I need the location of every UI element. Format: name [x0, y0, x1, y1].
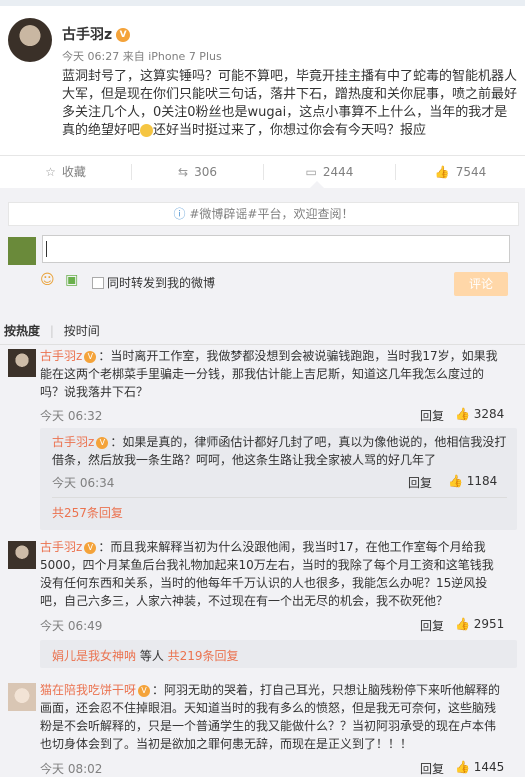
- rumor-notice[interactable]: ⓘ #微博辟谣#平台，欢迎查阅！: [8, 202, 519, 226]
- reply-button[interactable]: 回复: [408, 474, 432, 491]
- comment-caret: [310, 181, 324, 188]
- thumbs-up-icon: 👍: [434, 165, 450, 179]
- comment-avatar[interactable]: [8, 683, 36, 711]
- top-strip: [0, 0, 525, 6]
- composer-tools: ☺ ▣: [40, 272, 78, 288]
- info-icon: ⓘ: [173, 207, 186, 221]
- reply-button[interactable]: 回复: [420, 760, 444, 777]
- post-meta: 今天 06:27 来自 iPhone 7 Plus: [62, 50, 222, 63]
- comment-like[interactable]: 👍 1445: [455, 760, 504, 774]
- comment-time: 今天 06:32: [40, 409, 103, 423]
- reply-button[interactable]: 回复: [420, 617, 444, 634]
- repost-button[interactable]: ⇆ 306: [132, 156, 263, 188]
- emoji-icon: [140, 124, 154, 137]
- thumbs-up-icon: 👍: [448, 474, 467, 488]
- reply-time: 今天 06:34: [52, 476, 115, 490]
- comment-body: 猫在陪我吃饼干呀 V ：阿羽无助的哭着，打自己耳光，只想让脑残粉停下来听他解释的画面…: [40, 683, 501, 751]
- like-button[interactable]: 👍 7544: [396, 156, 525, 188]
- reply-button[interactable]: 回复: [420, 407, 444, 424]
- reply-like[interactable]: 👍 1184: [448, 474, 497, 488]
- post-text: 蓝洞封号了，这算实锤吗？可能不算吧，毕竟开挂主播有中了蛇毒的智能机器人大军，但是…: [62, 68, 517, 140]
- reply-summary-text: 娟儿是我女神呐 等人 共219条回复: [52, 649, 239, 663]
- comment-avatar[interactable]: [8, 349, 36, 377]
- comment-time: 今天 06:49: [40, 619, 103, 633]
- tab-sort-hot[interactable]: 按热度: [4, 324, 40, 338]
- comment-avatar[interactable]: [8, 541, 36, 569]
- vip-badge-icon: V: [138, 684, 151, 697]
- star-icon: ☆: [45, 165, 56, 179]
- vip-badge-icon: V: [116, 28, 131, 42]
- comment-like[interactable]: 👍 2951: [455, 617, 504, 631]
- thumbs-up-icon: 👍: [455, 407, 474, 421]
- comment-time: 今天 08:02: [40, 762, 103, 776]
- more-replies-link[interactable]: 共219条回复: [168, 649, 239, 663]
- sort-tabs: 按热度 | 按时间: [4, 324, 100, 338]
- more-replies-link[interactable]: 共257条回复: [52, 504, 123, 521]
- comment-author[interactable]: 古手羽z: [40, 540, 82, 554]
- forward-checkbox[interactable]: [92, 277, 104, 289]
- favorite-button[interactable]: ☆ 收藏: [0, 156, 131, 188]
- action-bar: ☆ 收藏 ⇆ 306 ▭ 2444 👍 7544: [0, 155, 525, 188]
- repost-icon: ⇆: [178, 165, 189, 179]
- thumbs-up-icon: 👍: [455, 617, 474, 631]
- vip-badge-icon: V: [96, 436, 109, 449]
- emoji-picker-icon[interactable]: ☺: [40, 272, 55, 288]
- sort-divider: [0, 344, 525, 345]
- image-upload-icon[interactable]: ▣: [65, 272, 78, 288]
- submit-comment-button[interactable]: 评论: [454, 272, 508, 296]
- comment-body: 古手羽z V ：而且我来解释当初为什么没跟他闹，我当时17，在他工作室每个月给我50…: [40, 540, 494, 608]
- author-avatar[interactable]: [8, 18, 52, 62]
- post-text-part2: 还好当时挺过来了，你想过你会有今天吗？报应: [153, 123, 427, 138]
- tab-sort-time[interactable]: 按时间: [64, 324, 100, 338]
- reply-divider: [52, 497, 507, 498]
- post-author-name[interactable]: 古手羽z: [62, 27, 112, 43]
- vip-badge-icon: V: [84, 350, 97, 363]
- post-author[interactable]: 古手羽z V: [62, 24, 131, 44]
- comment-author[interactable]: 猫在陪我吃饼干呀: [40, 683, 136, 697]
- vip-badge-icon: V: [84, 541, 97, 554]
- reply-body: 古手羽z V ：如果是真的，律师函估计都好几封了吧，真以为像他说的，他相信我没打借条…: [52, 435, 507, 467]
- my-avatar: [8, 237, 36, 265]
- thumbs-up-icon: 👍: [455, 760, 474, 774]
- reply-user-link[interactable]: 娟儿是我女神呐: [52, 649, 136, 663]
- comment-input[interactable]: [42, 235, 510, 263]
- comment-like[interactable]: 👍 3284: [455, 407, 504, 421]
- comment-author[interactable]: 古手羽z: [40, 349, 82, 363]
- reply-author[interactable]: 古手羽z: [52, 435, 94, 449]
- comment-button[interactable]: ▭ 2444: [264, 156, 395, 188]
- forward-label: 同时转发到我的微博: [107, 276, 216, 290]
- comment-body: 古手羽z V ：当时离开工作室，我做梦都没想到会被说骗钱跑跑，当时我17岁，如果我能…: [40, 349, 498, 399]
